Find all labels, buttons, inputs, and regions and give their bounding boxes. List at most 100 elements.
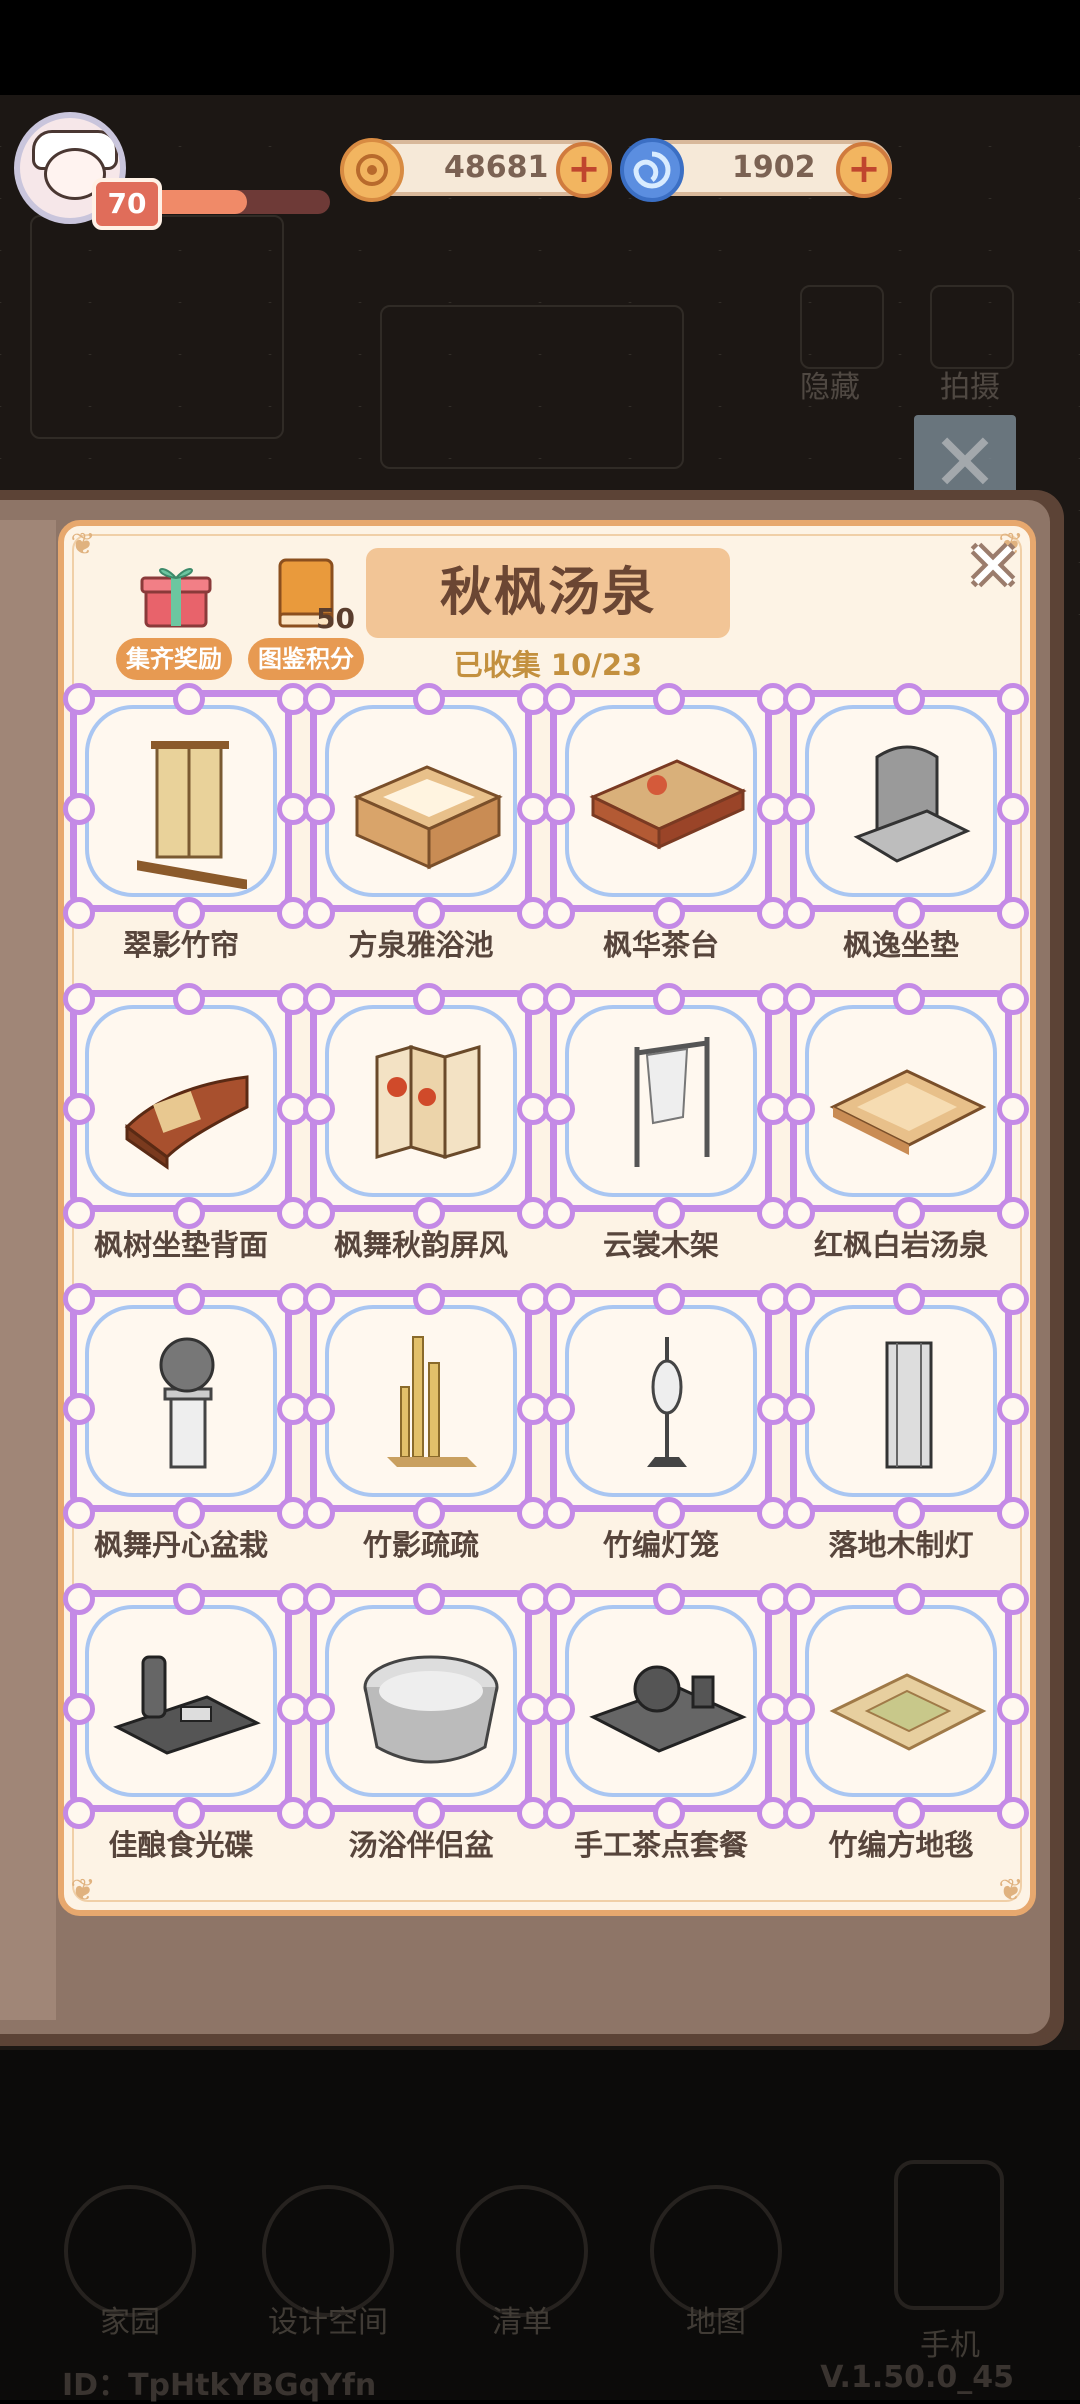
nav-map[interactable]: 地图 (636, 2185, 796, 2345)
ribbon-knot-icon (303, 1393, 335, 1425)
item-name: 汤浴伴侣盆 (348, 1828, 494, 1862)
close-button[interactable]: ✕ (956, 532, 1030, 606)
ribbon-knot-icon (653, 1283, 685, 1315)
ribbon-knot-icon (63, 793, 95, 825)
nav-design-space[interactable]: 设计空间 (248, 2185, 408, 2345)
nav-design-label: 设计空间 (268, 2305, 388, 2340)
player-id: ID：TpHtkYBGqYfn (62, 2368, 377, 2403)
hide-icon (800, 285, 884, 369)
collection-item[interactable]: 汤浴伴侣盆 (303, 1583, 549, 1868)
bamboo-curtain-icon (137, 741, 247, 889)
nav-list[interactable]: 清单 (442, 2185, 602, 2345)
clothes-rack-icon (634, 1037, 710, 1167)
set-title: 秋枫汤泉 (366, 548, 730, 638)
gift-icon[interactable] (140, 556, 212, 630)
ribbon-knot-icon (543, 1283, 575, 1315)
item-frame (783, 1583, 1029, 1829)
ribbon-knot-icon (893, 1583, 925, 1615)
collection-item[interactable]: 佳酿食光碟 (63, 1583, 309, 1868)
collection-item[interactable]: 竹编灯笼 (543, 1283, 789, 1568)
collect-reward-button[interactable]: 集齐奖励 (116, 638, 232, 680)
ribbon-knot-icon (63, 1283, 95, 1315)
ribbon-knot-icon (173, 683, 205, 715)
collection-item[interactable]: 手工茶点套餐 (543, 1583, 789, 1868)
ribbon-knot-icon (543, 983, 575, 1015)
collection-item[interactable]: 枫逸坐垫 (783, 683, 1029, 968)
level-badge: 70 (92, 178, 162, 230)
add-coins-button[interactable]: + (556, 142, 612, 198)
ribbon-knot-icon (63, 1693, 95, 1725)
ribbon-knot-icon (783, 793, 815, 825)
ribbon-knot-icon (783, 1393, 815, 1425)
ribbon-knot-icon (783, 1283, 815, 1315)
item-frame (783, 983, 1029, 1229)
collection-item[interactable]: 翠影竹帘 (63, 683, 309, 968)
item-frame (783, 683, 1029, 929)
ribbon-knot-icon (543, 1093, 575, 1125)
xp-bar (146, 190, 330, 214)
nav-phone[interactable]: 手机 (870, 2160, 1030, 2363)
cushion-back-icon (124, 1075, 249, 1170)
ribbon-knot-icon (173, 1283, 205, 1315)
collection-item[interactable]: 竹编方地毯 (783, 1583, 1029, 1868)
coin-counter: 48681 + (340, 138, 612, 202)
nav-home[interactable]: 家园 (50, 2185, 210, 2345)
item-frame (303, 683, 549, 929)
ribbon-knot-icon (543, 1583, 575, 1615)
gem-counter: 1902 + (620, 138, 892, 202)
item-frame (543, 1283, 789, 1529)
ribbon-knot-icon (413, 1583, 445, 1615)
bath-tub-icon (363, 1655, 499, 1764)
hot-spring-pool-icon (829, 1069, 987, 1155)
ribbon-knot-icon (63, 983, 95, 1015)
collection-score-button[interactable]: 图鉴积分 (248, 638, 364, 680)
collection-item[interactable]: 竹影疏疏 (303, 1283, 549, 1568)
item-name: 枫舞秋韵屏风 (333, 1228, 508, 1262)
item-name: 翠影竹帘 (122, 928, 239, 962)
swirl-gem-icon (620, 138, 684, 202)
ribbon-knot-icon (413, 983, 445, 1015)
item-name: 枫逸坐垫 (842, 928, 959, 962)
coin-icon (340, 138, 404, 202)
collection-item[interactable]: 枫舞丹心盆栽 (63, 1283, 309, 1568)
collection-item[interactable]: 枫树坐垫背面 (63, 983, 309, 1268)
item-frame (303, 983, 549, 1229)
item-frame (543, 983, 789, 1229)
ribbon-knot-icon (63, 683, 95, 715)
tea-set-icon (589, 1665, 747, 1753)
ribbon-knot-icon (997, 1093, 1029, 1125)
bamboo-lantern-icon (647, 1337, 687, 1467)
nav-list-label: 清单 (492, 2305, 552, 2340)
corner-ornament-icon: ❦ (70, 527, 96, 562)
ribbon-knot-icon (653, 683, 685, 715)
ribbon-knot-icon (543, 793, 575, 825)
ribbon-knot-icon (63, 1393, 95, 1425)
nav-phone-label: 手机 (920, 2328, 980, 2363)
ribbon-knot-icon (997, 793, 1029, 825)
collection-item[interactable]: 落地木制灯 (783, 1283, 1029, 1568)
item-name: 方泉雅浴池 (348, 928, 494, 962)
ribbon-knot-icon (303, 983, 335, 1015)
item-frame (543, 1583, 789, 1829)
collection-item[interactable]: 红枫白岩汤泉 (783, 983, 1029, 1268)
collection-item[interactable]: 枫舞秋韵屏风 (303, 983, 549, 1268)
ribbon-knot-icon (543, 1393, 575, 1425)
ribbon-knot-icon (997, 1583, 1029, 1615)
camera-icon (930, 285, 1014, 369)
coin-amount: 48681 (444, 150, 549, 185)
item-name: 竹编灯笼 (602, 1528, 719, 1562)
ribbon-knot-icon (653, 983, 685, 1015)
collection-item[interactable]: 枫华茶台 (543, 683, 789, 968)
ribbon-knot-icon (997, 683, 1029, 715)
ribbon-knot-icon (893, 983, 925, 1015)
item-name: 手工茶点套餐 (573, 1828, 748, 1862)
item-frame (543, 683, 789, 929)
corner-ornament-icon: ❦ (70, 1873, 96, 1908)
potted-plant-icon (159, 1337, 215, 1469)
item-name: 佳酿食光碟 (108, 1828, 254, 1862)
collection-item[interactable]: 云裳木架 (543, 983, 789, 1268)
collection-item[interactable]: 方泉雅浴池 (303, 683, 549, 968)
bamboo-rug-icon (829, 1673, 987, 1751)
item-frame (303, 1283, 549, 1529)
add-gems-button[interactable]: + (836, 142, 892, 198)
